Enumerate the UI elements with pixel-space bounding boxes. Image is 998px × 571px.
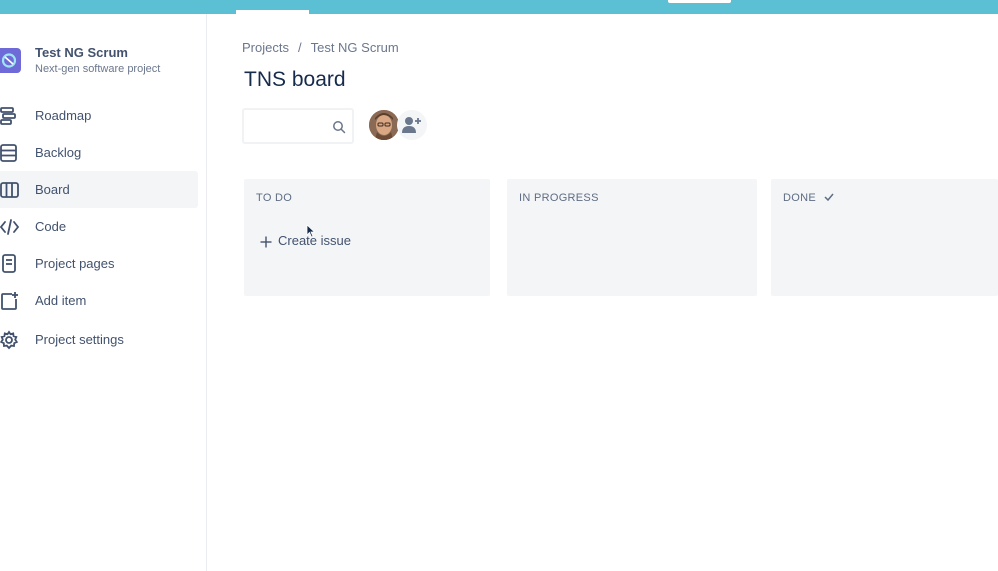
project-name: Test NG Scrum: [35, 45, 128, 60]
sidebar-item-project-pages[interactable]: Project pages: [0, 245, 198, 282]
search-input[interactable]: [250, 116, 330, 136]
plus-icon: [260, 235, 272, 248]
page-title: TNS board: [244, 68, 346, 91]
add-item-icon: [0, 291, 20, 311]
project-avatar-icon: [0, 48, 21, 73]
sidebar-item-project-settings[interactable]: Project settings: [0, 321, 198, 358]
check-icon: [824, 192, 834, 202]
sidebar-item-label: Add item: [35, 293, 87, 308]
roadmap-icon: [0, 106, 20, 126]
main-content: Projects / Test NG Scrum TNS board TO DO: [207, 14, 998, 571]
backlog-icon: [0, 143, 20, 163]
sidebar-item-add-item[interactable]: Add item: [0, 282, 198, 319]
sidebar-item-code[interactable]: Code: [0, 208, 198, 245]
column-title: IN PROGRESS: [519, 192, 599, 204]
board-icon: [0, 180, 20, 200]
gear-icon: [0, 330, 20, 350]
sidebar-item-label: Code: [35, 219, 67, 234]
add-user-icon: [402, 117, 421, 133]
board-column-done[interactable]: DONE: [771, 179, 998, 296]
board-column-in-progress[interactable]: IN PROGRESS: [507, 179, 757, 296]
sidebar-item-board[interactable]: Board: [0, 171, 198, 208]
page-icon: [0, 254, 20, 274]
sidebar-item-backlog[interactable]: Backlog: [0, 134, 198, 171]
column-title: TO DO: [256, 192, 293, 204]
search-box[interactable]: [242, 108, 354, 144]
column-title-text: DONE: [783, 192, 816, 204]
column-title: DONE: [783, 192, 834, 204]
user-avatar[interactable]: [369, 110, 399, 140]
code-icon: [0, 217, 20, 237]
mouse-cursor-icon: [306, 224, 316, 238]
sidebar-item-label: Project pages: [35, 256, 115, 271]
sidebar-item-label: Project settings: [35, 332, 124, 347]
top-bar-button[interactable]: [668, 0, 731, 3]
breadcrumb-separator: /: [297, 40, 302, 55]
board-column-todo[interactable]: TO DO Create issue: [244, 179, 490, 296]
breadcrumb: Projects / Test NG Scrum: [242, 40, 399, 55]
sidebar-item-label: Board: [35, 182, 70, 197]
sidebar: Test NG Scrum Next-gen software project …: [0, 14, 207, 571]
sidebar-item-roadmap[interactable]: Roadmap: [0, 97, 198, 134]
add-people-button[interactable]: [397, 110, 427, 140]
breadcrumb-projects-link[interactable]: Projects: [242, 40, 289, 55]
top-navigation-bar: [0, 0, 998, 14]
project-type: Next-gen software project: [35, 63, 161, 75]
breadcrumb-project-link[interactable]: Test NG Scrum: [311, 40, 399, 55]
sidebar-item-label: Backlog: [35, 145, 82, 160]
project-header[interactable]: Test NG Scrum Next-gen software project: [0, 44, 207, 84]
search-icon[interactable]: [332, 120, 346, 134]
sidebar-item-label: Roadmap: [35, 108, 92, 123]
